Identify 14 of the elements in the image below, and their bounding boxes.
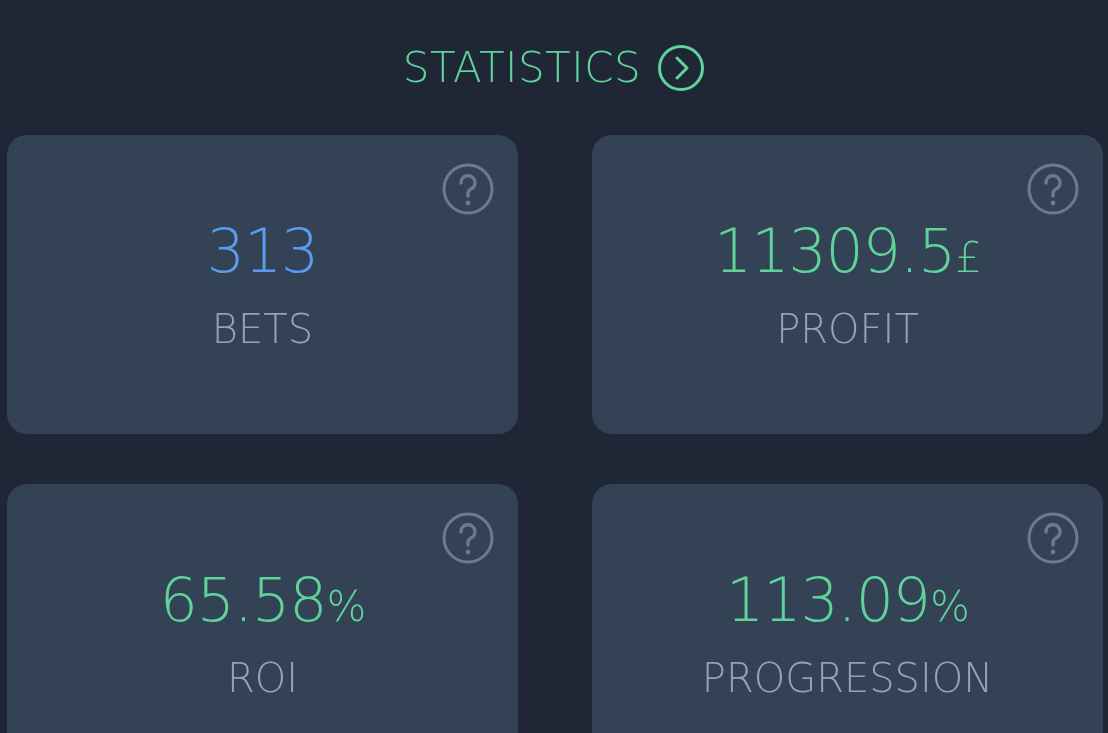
stat-label: PROGRESSION	[701, 655, 994, 701]
stat-label: BETS	[211, 306, 314, 352]
section-title[interactable]: STATISTICS	[402, 36, 642, 99]
stat-value: 65.58%	[159, 570, 366, 630]
help-icon[interactable]	[442, 512, 494, 564]
chevron-circle-icon[interactable]	[657, 43, 706, 92]
stat-label: PROFIT	[776, 306, 919, 352]
stat-value: 113.09%	[726, 570, 969, 630]
stat-label: ROI	[226, 655, 299, 701]
stat-value: 313	[206, 221, 319, 281]
help-icon[interactable]	[1027, 163, 1079, 215]
help-icon[interactable]	[442, 163, 494, 215]
help-icon[interactable]	[1027, 512, 1079, 564]
stat-value: 11309.5£	[714, 221, 981, 281]
